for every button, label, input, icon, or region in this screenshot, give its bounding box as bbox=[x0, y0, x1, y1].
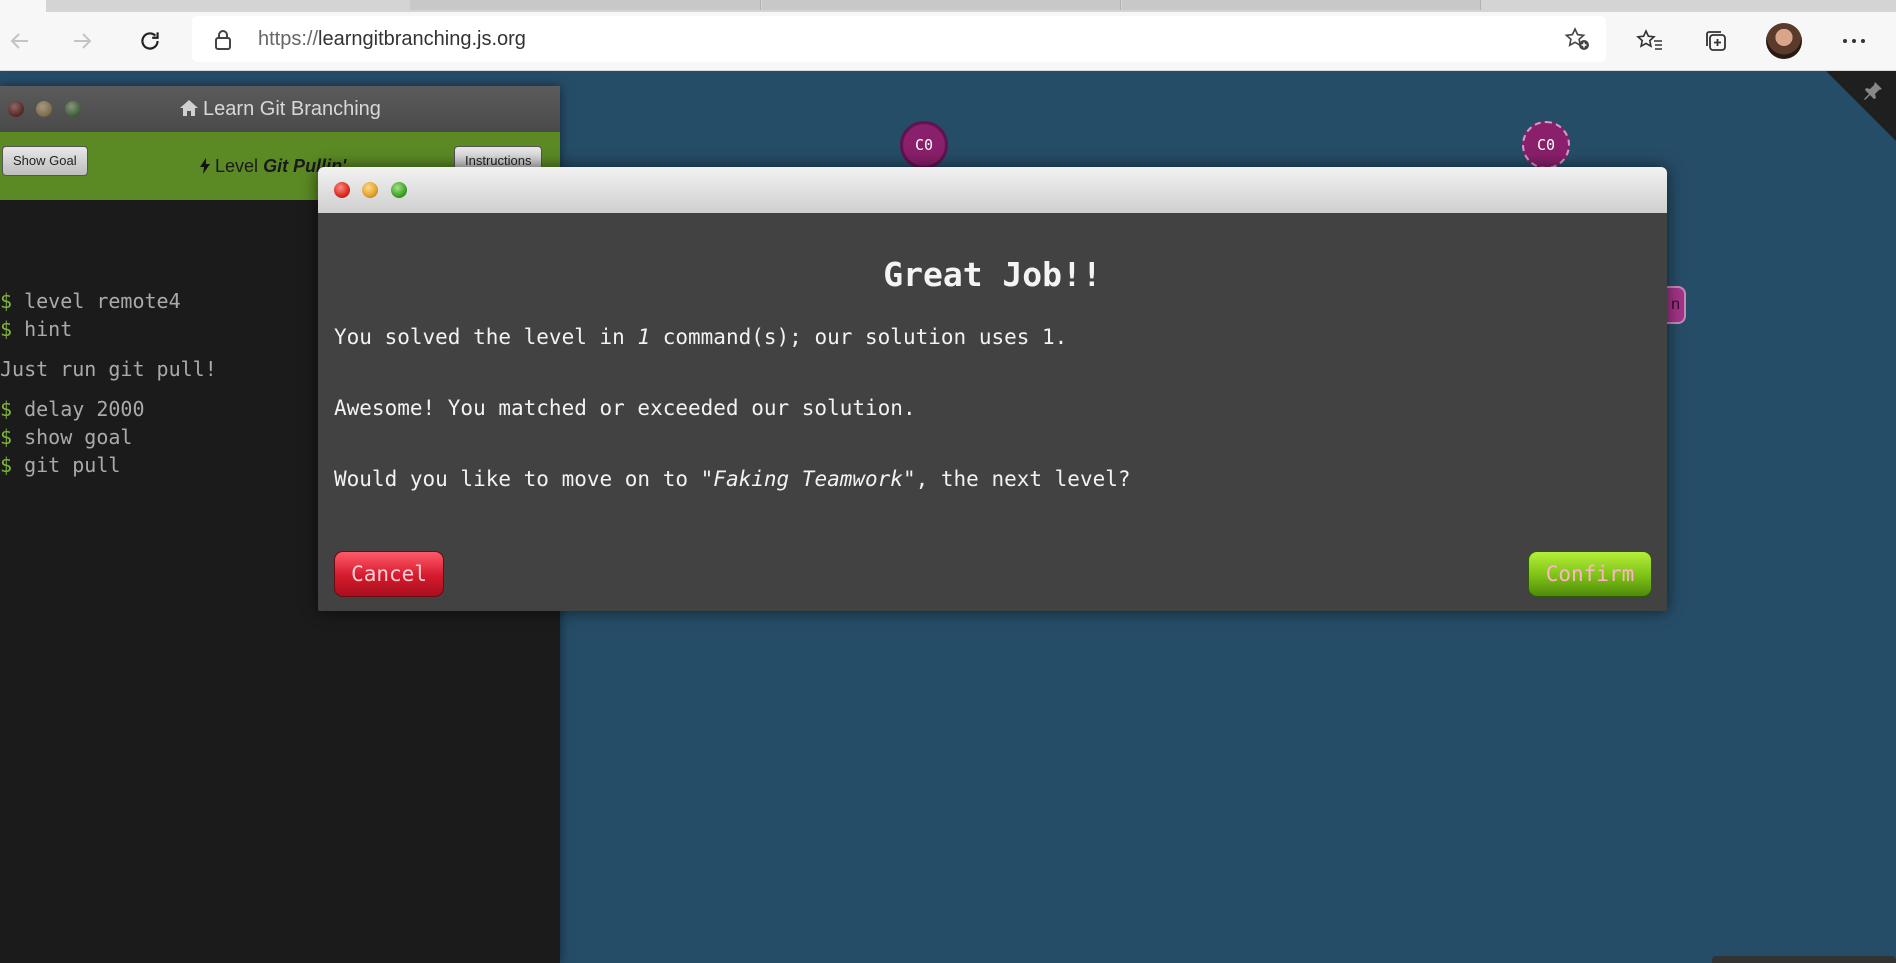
browser-toolbar: https://learngitbranching.js.org bbox=[0, 12, 1896, 71]
minimize-dialog-button[interactable] bbox=[362, 182, 378, 198]
terminal-title-text: Learn Git Branching bbox=[203, 98, 381, 120]
lightning-icon bbox=[200, 158, 210, 174]
terminal-titlebar: Learn Git Branching bbox=[0, 86, 560, 132]
lock-icon[interactable] bbox=[214, 29, 232, 56]
browser-tab[interactable] bbox=[1122, 0, 1481, 10]
pushpin-icon[interactable] bbox=[1862, 80, 1884, 108]
solution-count-text: You solved the level in 1 command(s); ou… bbox=[334, 325, 1067, 349]
close-dialog-button[interactable] bbox=[334, 182, 350, 198]
result-message: Awesome! You matched or exceeded our sol… bbox=[334, 396, 916, 420]
dialog-heading: Great Job!! bbox=[883, 255, 1102, 294]
favorites-button[interactable] bbox=[1630, 12, 1670, 70]
refresh-button[interactable] bbox=[130, 12, 170, 70]
dialog-body: Great Job!! You solved the level in 1 co… bbox=[318, 213, 1667, 611]
terminal-line: $ delay 2000 bbox=[0, 397, 145, 421]
maximize-dialog-button[interactable] bbox=[391, 182, 407, 198]
more-button[interactable] bbox=[1834, 12, 1874, 70]
prompt-symbol: $ bbox=[0, 289, 13, 313]
bottom-right-tab[interactable] bbox=[1712, 956, 1896, 963]
corner-ribbon[interactable] bbox=[1826, 71, 1896, 141]
next-level-name: "Faking Teamwork" bbox=[700, 467, 916, 491]
command-input[interactable] bbox=[0, 944, 8, 963]
browser-tab-strip bbox=[0, 0, 1896, 12]
arrow-left-icon bbox=[10, 33, 28, 49]
commit-node[interactable]: C0 bbox=[900, 121, 948, 169]
goal-commit-node[interactable]: C0 bbox=[1522, 121, 1570, 169]
confirm-button[interactable]: Confirm bbox=[1528, 551, 1652, 597]
profile-avatar[interactable] bbox=[1766, 23, 1802, 59]
line3-prefix: Would you like to move on to bbox=[334, 467, 701, 491]
prompt-symbol: $ bbox=[0, 397, 13, 421]
line1-suffix: command(s); our solution uses 1. bbox=[650, 325, 1068, 349]
terminal-hint-line: Just run git pull! bbox=[0, 357, 217, 381]
home-icon bbox=[180, 100, 199, 116]
browser-tab[interactable] bbox=[410, 0, 761, 10]
url-text[interactable]: https://learngitbranching.js.org bbox=[258, 16, 526, 62]
line1-prefix: You solved the level in bbox=[334, 325, 638, 349]
command-text: level remote4 bbox=[12, 289, 181, 313]
terminal-line: $ level remote4 bbox=[0, 289, 181, 313]
cancel-button[interactable]: Cancel bbox=[334, 551, 444, 597]
show-goal-button[interactable]: Show Goal bbox=[2, 146, 88, 176]
ellipsis-icon bbox=[1843, 39, 1865, 43]
browser-tab-active[interactable] bbox=[0, 0, 46, 12]
user-command-count: 1 bbox=[637, 325, 651, 349]
prompt-symbol: $ bbox=[0, 425, 13, 449]
terminal-line: $ hint bbox=[0, 317, 72, 341]
line3-suffix: , the next level? bbox=[915, 467, 1131, 491]
prompt-symbol: $ bbox=[0, 453, 13, 477]
refresh-icon bbox=[141, 32, 159, 50]
dialog-titlebar bbox=[318, 167, 1667, 213]
collections-icon bbox=[1706, 31, 1726, 51]
collections-button[interactable] bbox=[1696, 12, 1736, 70]
address-bar[interactable]: https://learngitbranching.js.org bbox=[192, 16, 1606, 62]
star-list-icon bbox=[1636, 29, 1662, 50]
command-text: show goal bbox=[12, 425, 133, 449]
hint-text: Just run git pull! bbox=[0, 357, 217, 381]
terminal-line: $ show goal bbox=[0, 425, 132, 449]
star-plus-icon[interactable] bbox=[1564, 27, 1590, 56]
browser-tab[interactable] bbox=[762, 0, 1121, 10]
arrow-right-icon bbox=[74, 33, 92, 49]
command-text: delay 2000 bbox=[12, 397, 145, 421]
terminal-line: $ git pull bbox=[0, 453, 120, 477]
url-protocol: https:// bbox=[258, 28, 319, 50]
command-text: hint bbox=[12, 317, 73, 341]
forward-button[interactable] bbox=[62, 12, 102, 70]
back-button[interactable] bbox=[0, 12, 40, 70]
url-host: learngitbranching.js.org bbox=[318, 28, 526, 50]
terminal-title: Learn Git Branching bbox=[0, 86, 560, 132]
prompt-symbol: $ bbox=[0, 317, 13, 341]
level-prefix: Level bbox=[215, 156, 264, 176]
next-level-prompt: Would you like to move on to "Faking Tea… bbox=[334, 467, 1131, 491]
level-complete-dialog: Great Job!! You solved the level in 1 co… bbox=[318, 167, 1667, 611]
command-text: git pull bbox=[12, 453, 121, 477]
